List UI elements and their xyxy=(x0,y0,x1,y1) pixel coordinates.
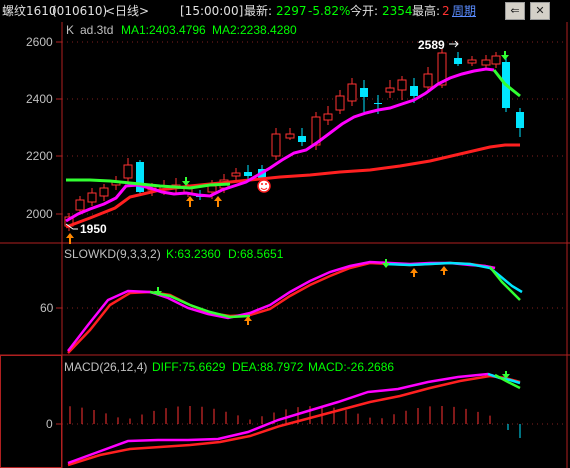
price-axis: 2600 2400 2200 2000 xyxy=(26,35,62,221)
candle-body xyxy=(207,185,217,193)
candle-body xyxy=(231,172,241,177)
candle-body xyxy=(410,86,418,96)
candle-body xyxy=(271,133,281,157)
kd-buy-arrow-icon xyxy=(244,266,448,325)
buy-arrow-icon xyxy=(66,196,222,244)
smiley-icon xyxy=(257,179,271,193)
macd-tick-0: 0 xyxy=(46,417,53,431)
adjust-label: ad.3td xyxy=(80,23,113,37)
candle-body xyxy=(467,59,477,64)
candle-body xyxy=(347,83,357,102)
macd-axis-box xyxy=(0,355,62,468)
price-tick-2400: 2400 xyxy=(26,92,53,106)
candle-body xyxy=(285,133,295,139)
candle-body xyxy=(75,199,85,211)
macd-dea-line xyxy=(67,374,521,467)
kline-chart[interactable]: 2600 2400 2200 2000 K ad.3td MA1:2403.47… xyxy=(0,0,570,468)
sell-arrow-icon xyxy=(182,51,509,186)
kd-name: SLOWKD(9,3,3,2) xyxy=(64,247,161,261)
price-tick-2000: 2000 xyxy=(26,207,53,221)
candle-body xyxy=(374,103,382,104)
candle-body xyxy=(123,164,133,179)
candle-body xyxy=(423,73,433,88)
candle-body xyxy=(99,187,109,197)
candle-body xyxy=(298,136,306,142)
macd-diff-label: DIFF:75.6629 xyxy=(152,360,226,374)
macd-name: MACD(26,12,4) xyxy=(64,360,147,374)
candle-body xyxy=(385,87,395,93)
kd-green-signal xyxy=(149,290,251,319)
candle-body xyxy=(323,113,333,121)
price-tick-2200: 2200 xyxy=(26,149,53,163)
macd-dea-label: DEA:88.7972 xyxy=(232,360,304,374)
ma1-label: MA1:2403.4796 xyxy=(121,23,206,37)
high-marker-label: 2589 xyxy=(418,38,445,52)
macd-value-label: MACD:-26.2686 xyxy=(308,360,394,374)
low-marker-label: 1950 xyxy=(80,222,107,236)
candle-body xyxy=(335,95,345,111)
kd-k-line xyxy=(67,260,496,352)
high-marker: 2589 xyxy=(418,38,459,52)
kd-green-tail xyxy=(489,266,521,301)
candle-body xyxy=(244,172,252,176)
candle-body xyxy=(397,79,407,91)
kd-k-label: K:63.2360 xyxy=(166,247,221,261)
kd-cyan-signal xyxy=(384,261,523,294)
candle-body xyxy=(481,59,491,66)
kd-d-label: D:68.5651 xyxy=(228,247,284,261)
candle-body xyxy=(360,88,368,97)
price-tick-2600: 2600 xyxy=(26,35,53,49)
ma2-label: MA2:2238.4280 xyxy=(212,23,297,37)
candle-body xyxy=(454,58,462,64)
candle-body xyxy=(491,55,501,65)
candle-body xyxy=(516,112,524,128)
price-type-label: K xyxy=(66,23,74,37)
kd-tick-60: 60 xyxy=(40,301,54,315)
candle-body xyxy=(87,192,97,203)
